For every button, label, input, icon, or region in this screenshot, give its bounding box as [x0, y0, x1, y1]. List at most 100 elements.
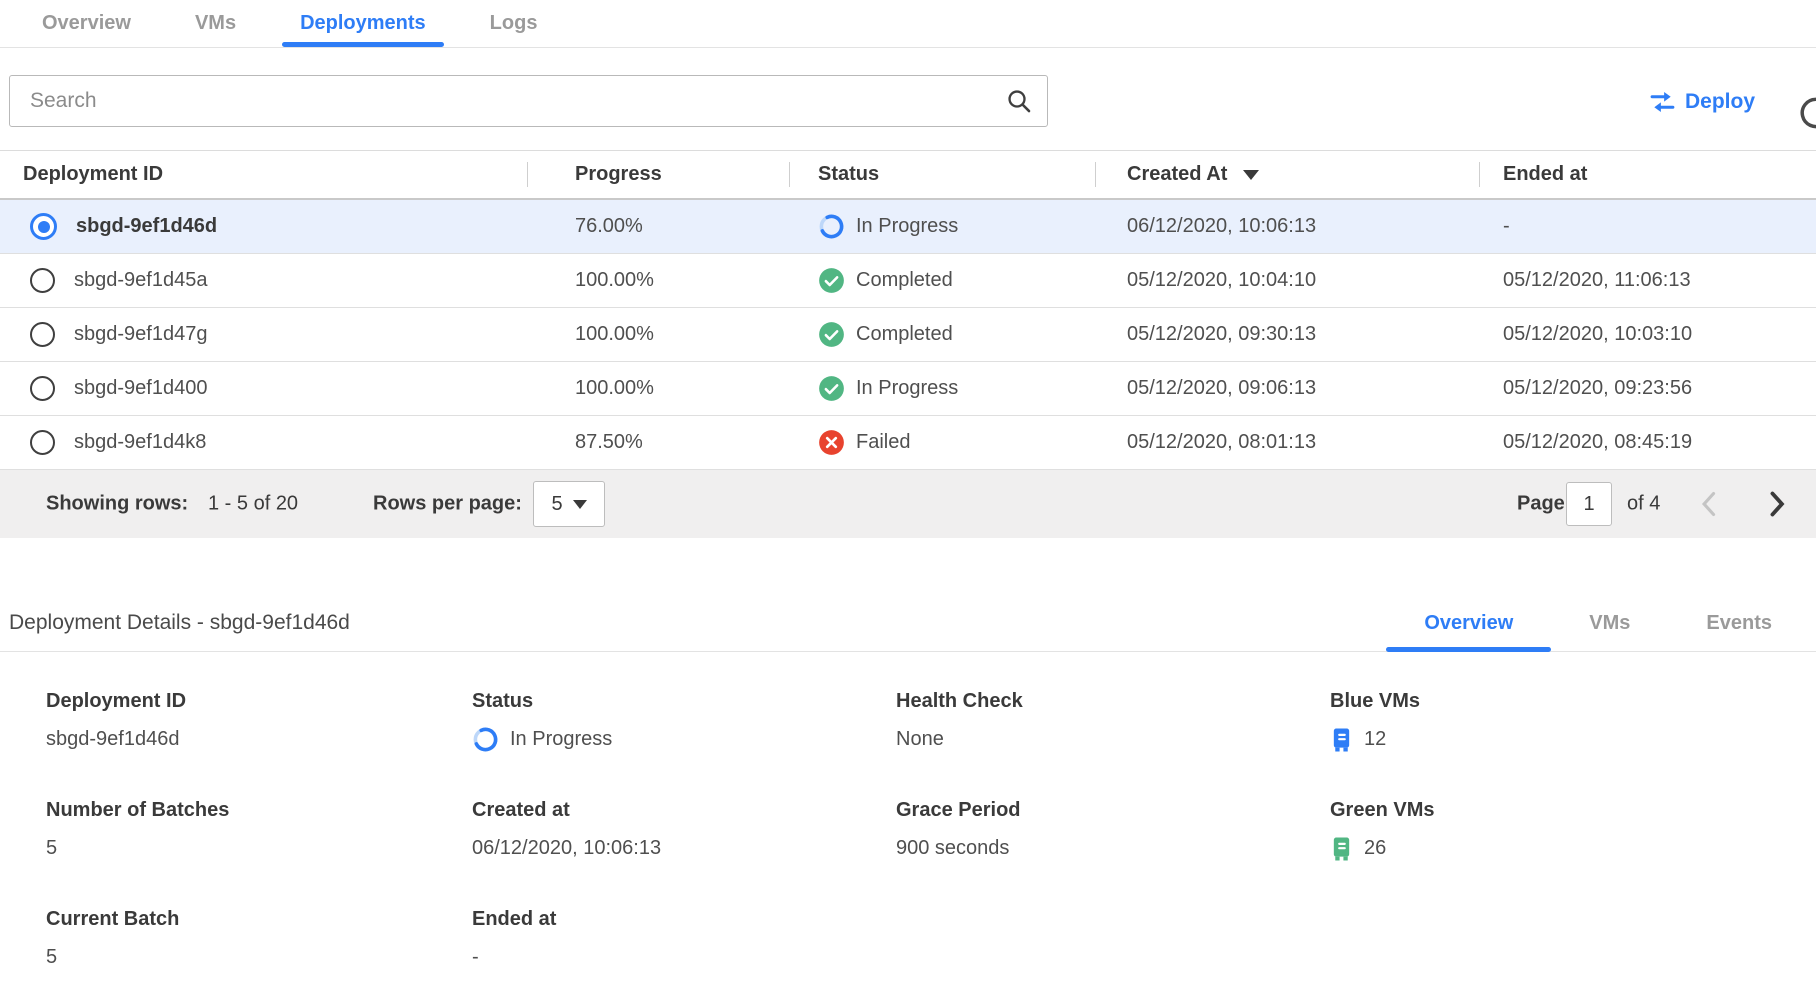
details-tab-overview[interactable]: Overview: [1386, 595, 1551, 652]
tab-logs[interactable]: Logs: [472, 0, 556, 47]
ended-at-value: 05/12/2020, 09:23:56: [1479, 377, 1816, 400]
field-status: Status In Progress: [472, 690, 896, 753]
table-row[interactable]: sbgd-9ef1d400 100.00% In Progress 05/12/…: [0, 362, 1816, 416]
rows-per-page-select[interactable]: 5: [533, 481, 605, 527]
tab-vms[interactable]: VMs: [177, 0, 254, 47]
page-label: Page:: [1517, 493, 1571, 516]
field-value: -: [472, 944, 896, 971]
search-box[interactable]: [9, 75, 1048, 127]
details-tab-bar: Overview VMs Events: [1386, 595, 1810, 652]
rows-per-page-value: 5: [551, 493, 562, 516]
row-radio[interactable]: [30, 376, 55, 401]
field-label: Current Batch: [46, 908, 472, 931]
field-value: None: [896, 726, 1330, 753]
ended-at-value: 05/12/2020, 10:03:10: [1479, 323, 1816, 346]
table-row[interactable]: sbgd-9ef1d4k8 87.50% Failed 05/12/2020, …: [0, 416, 1816, 470]
next-page-button[interactable]: [1766, 490, 1788, 518]
column-header-status: Status: [789, 151, 1095, 198]
field-deployment-id: Deployment ID sbgd-9ef1d46d: [46, 690, 472, 753]
deployment-details-section: Deployment Details - sbgd-9ef1d46d Overv…: [0, 595, 1816, 971]
details-header: Deployment Details - sbgd-9ef1d46d Overv…: [0, 595, 1816, 652]
field-label: Number of Batches: [46, 799, 472, 822]
sort-desc-icon: [1243, 170, 1259, 180]
details-tab-vms-label: VMs: [1589, 612, 1630, 635]
table-row[interactable]: sbgd-9ef1d45a 100.00% Completed 05/12/20…: [0, 254, 1816, 308]
refresh-icon[interactable]: [1797, 95, 1816, 133]
showing-rows-value: 1 - 5 of 20: [208, 493, 298, 516]
tab-logs-label: Logs: [490, 12, 538, 35]
deployments-table: Deployment ID Progress Status Created At…: [0, 150, 1816, 538]
field-label: Status: [472, 690, 896, 713]
details-grid: Deployment ID sbgd-9ef1d46d Status In Pr…: [0, 652, 1816, 971]
check-circle-icon: [818, 321, 845, 348]
field-value: 5: [46, 835, 472, 862]
page-number-input[interactable]: [1566, 482, 1612, 526]
vm-count: 12: [1364, 728, 1386, 751]
table-pagination-bar: Showing rows: 1 - 5 of 20 Rows per page:…: [0, 470, 1816, 538]
main-tab-bar: Overview VMs Deployments Logs: [0, 0, 1816, 48]
rows-per-page-label: Rows per page:: [373, 493, 522, 516]
row-radio[interactable]: [30, 268, 55, 293]
check-circle-icon: [818, 375, 845, 402]
tab-deployments[interactable]: Deployments: [282, 0, 444, 47]
status-text: In Progress: [856, 377, 958, 400]
column-header-ended-at: Ended at: [1479, 151, 1816, 198]
toolbar: Deploy: [0, 48, 1816, 150]
search-input[interactable]: [10, 76, 1005, 126]
spinner-icon: [818, 213, 845, 240]
created-at-value: 05/12/2020, 09:30:13: [1095, 323, 1479, 346]
field-current-batch: Current Batch 5: [46, 908, 472, 971]
status-text: Completed: [856, 269, 953, 292]
details-tab-overview-label: Overview: [1424, 612, 1513, 635]
deployment-id: sbgd-9ef1d4k8: [74, 431, 206, 454]
progress-value: 87.50%: [527, 431, 789, 454]
status-text: Completed: [856, 323, 953, 346]
field-label: Green VMs: [1330, 799, 1816, 822]
deployment-id: sbgd-9ef1d47g: [74, 323, 207, 346]
field-grace-period: Grace Period 900 seconds: [896, 799, 1330, 862]
check-circle-icon: [818, 267, 845, 294]
x-circle-icon: [818, 429, 845, 456]
created-at-value: 05/12/2020, 08:01:13: [1095, 431, 1479, 454]
row-radio[interactable]: [30, 322, 55, 347]
progress-value: 76.00%: [527, 215, 789, 238]
vm-blue-icon: [1330, 727, 1353, 753]
status-text: In Progress: [856, 215, 958, 238]
details-tab-events[interactable]: Events: [1668, 595, 1810, 652]
chevron-down-icon: [573, 500, 587, 509]
page-total: of 4: [1627, 493, 1660, 516]
details-tab-events-label: Events: [1706, 612, 1772, 635]
field-label: Created at: [472, 799, 896, 822]
showing-rows-label: Showing rows:: [46, 493, 188, 516]
field-value: sbgd-9ef1d46d: [46, 726, 472, 753]
deploy-button[interactable]: Deploy: [1649, 87, 1755, 117]
deployment-id: sbgd-9ef1d400: [74, 377, 207, 400]
deployment-id: sbgd-9ef1d45a: [74, 269, 207, 292]
table-header-row: Deployment ID Progress Status Created At…: [0, 150, 1816, 200]
tab-overview[interactable]: Overview: [24, 0, 149, 47]
row-radio-selected[interactable]: [30, 213, 57, 240]
table-row[interactable]: sbgd-9ef1d47g 100.00% Completed 05/12/20…: [0, 308, 1816, 362]
field-ended-at: Ended at -: [472, 908, 896, 971]
details-title: Deployment Details - sbgd-9ef1d46d: [9, 611, 350, 635]
tab-overview-label: Overview: [42, 12, 131, 35]
column-header-created-at[interactable]: Created At: [1095, 151, 1479, 198]
previous-page-button[interactable]: [1698, 490, 1720, 518]
field-value: 06/12/2020, 10:06:13: [472, 835, 896, 862]
field-number-of-batches: Number of Batches 5: [46, 799, 472, 862]
field-value: 900 seconds: [896, 835, 1330, 862]
table-row[interactable]: sbgd-9ef1d46d 76.00% In Progress 06/12/2…: [0, 200, 1816, 254]
spinner-icon: [472, 726, 499, 753]
search-icon: [1005, 87, 1033, 115]
field-value: In Progress: [472, 726, 896, 753]
field-value: 12: [1330, 726, 1816, 753]
created-at-value: 05/12/2020, 10:04:10: [1095, 269, 1479, 292]
vm-count: 26: [1364, 837, 1386, 860]
vm-green-icon: [1330, 836, 1353, 862]
field-label: Ended at: [472, 908, 896, 931]
status-text: Failed: [856, 431, 910, 454]
row-radio[interactable]: [30, 430, 55, 455]
details-tab-vms[interactable]: VMs: [1551, 595, 1668, 652]
progress-value: 100.00%: [527, 377, 789, 400]
ended-at-value: 05/12/2020, 08:45:19: [1479, 431, 1816, 454]
